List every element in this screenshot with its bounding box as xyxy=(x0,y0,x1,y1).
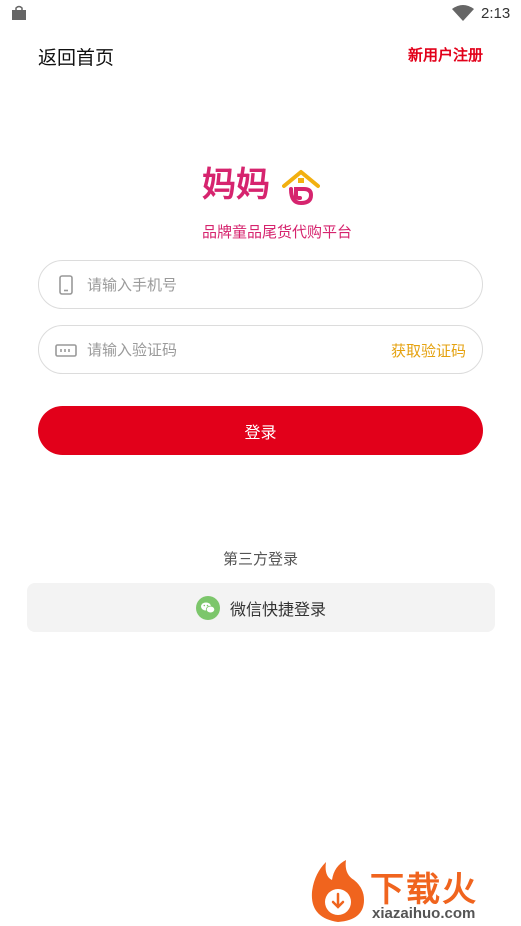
keyboard-icon xyxy=(55,344,77,357)
watermark-title: 下载火 xyxy=(370,870,478,910)
wifi-icon xyxy=(452,5,474,21)
get-code-button[interactable]: 获取验证码 xyxy=(391,340,466,361)
house-logo-icon xyxy=(282,170,320,206)
status-bar: 2:13 xyxy=(0,0,521,28)
back-home-link[interactable]: 返回首页 xyxy=(38,43,114,70)
phone-input[interactable] xyxy=(87,261,387,308)
phone-field xyxy=(38,260,483,309)
flame-logo-icon xyxy=(311,860,364,922)
verification-code-input[interactable] xyxy=(87,326,387,373)
watermark: 下载火 xiazaihuo.com xyxy=(306,858,516,924)
third-party-login-title: 第三方登录 xyxy=(222,550,298,568)
watermark-url: xiazaihuo.com xyxy=(372,905,476,922)
brand-logo: 妈妈 xyxy=(202,163,322,213)
phone-icon xyxy=(59,275,73,295)
status-time: 2:13 xyxy=(481,5,511,22)
brand-slogan: 品牌童品尾货代购平台 xyxy=(202,223,353,241)
wechat-login-label: 微信快捷登录 xyxy=(229,599,326,619)
wechat-icon xyxy=(195,595,220,620)
wechat-login-button[interactable]: 微信快捷登录 xyxy=(27,583,495,632)
verification-code-field: 获取验证码 xyxy=(38,325,483,374)
logo-text: 妈妈 xyxy=(202,165,270,205)
shopping-bag-icon xyxy=(12,5,26,20)
login-button[interactable]: 登录 xyxy=(38,406,483,455)
new-user-register-link[interactable]: 新用户注册 xyxy=(408,44,483,65)
